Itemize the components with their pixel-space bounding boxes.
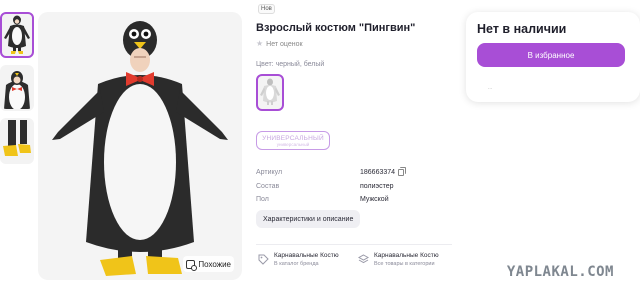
color-label: Цвет: черный, белый	[256, 61, 325, 68]
rating-text: Нет оценок	[266, 40, 303, 48]
category-name: Карнавальные Костю	[374, 252, 439, 259]
size-label: УНИВЕРСАЛЬНЫЙ	[262, 134, 324, 142]
brand-text: Карнавальные Костю В каталог бренда	[274, 252, 339, 268]
stock-status: Нет в наличии	[477, 22, 567, 36]
spec-row-composition: Состав полиэстер	[256, 180, 452, 194]
add-to-favorites-button[interactable]: В избранное	[477, 43, 625, 67]
size-option-universal[interactable]: УНИВЕРСАЛЬНЫЙ универсальный	[256, 131, 330, 150]
thumbnail-penguin-full[interactable]	[0, 12, 34, 58]
star-icon: ★	[256, 39, 264, 48]
color-swatch-black-white[interactable]	[256, 74, 284, 111]
product-title: Взрослый костюм "Пингвин"	[256, 22, 416, 34]
buy-card: Нет в наличии В избранное ...	[466, 12, 640, 102]
brand-catalog-link[interactable]: Карнавальные Костю В каталог бренда	[256, 252, 352, 268]
spec-value: 186663374	[360, 167, 407, 177]
spec-key: Артикул	[256, 169, 283, 177]
watermark: YAPLAKAL.COM	[506, 264, 614, 280]
brand-name: Карнавальные Костю	[274, 252, 339, 259]
rating[interactable]: ★ Нет оценок	[256, 40, 303, 48]
brand-links: Карнавальные Костю В каталог бренда Карн…	[256, 244, 452, 268]
brand-sub: В каталог бренда	[274, 261, 319, 267]
category-link[interactable]: Карнавальные Костю Все товары в категори…	[356, 252, 452, 268]
color-swatch-image	[260, 78, 280, 105]
card-footer-text: ...	[488, 85, 493, 91]
spec-key: Состав	[256, 182, 280, 190]
similar-search-icon	[186, 259, 198, 271]
copy-icon[interactable]	[398, 167, 407, 177]
thumbnail-strip	[0, 12, 36, 171]
layers-icon-svg	[357, 253, 369, 263]
spec-value: Мужской	[360, 196, 389, 204]
size-sublabel: универсальный	[276, 141, 310, 147]
similar-items-button[interactable]: Похожие	[183, 256, 234, 272]
thumbnail-penguin-closeup[interactable]	[0, 65, 34, 111]
characteristics-button[interactable]: Характеристики и описание	[256, 210, 361, 228]
spec-list: Артикул 186663374 Состав полиэстер Пол М…	[256, 166, 452, 207]
article-number: 186663374	[360, 169, 396, 177]
spec-key: Пол	[256, 196, 269, 204]
similar-label: Похожие	[198, 259, 231, 269]
penguin-costume-image	[52, 21, 228, 276]
penguin-closeup-image	[4, 71, 30, 109]
tag-icon	[256, 252, 270, 266]
spec-row-gender: Пол Мужской	[256, 193, 452, 207]
category-sub: Все товары в категории	[374, 261, 435, 267]
new-badge: Нов	[258, 4, 275, 14]
tag-icon-svg	[258, 254, 269, 265]
category-text: Карнавальные Костю Все товары в категори…	[374, 252, 439, 268]
penguin-thumbnail-image	[4, 15, 30, 54]
spec-value: полиэстер	[360, 182, 394, 190]
spec-row-article: Артикул 186663374	[256, 166, 452, 180]
main-product-image[interactable]: Похожие	[38, 12, 242, 280]
thumbnail-penguin-feet[interactable]	[0, 118, 34, 164]
penguin-feet-image	[3, 120, 31, 156]
layers-icon	[356, 252, 370, 266]
